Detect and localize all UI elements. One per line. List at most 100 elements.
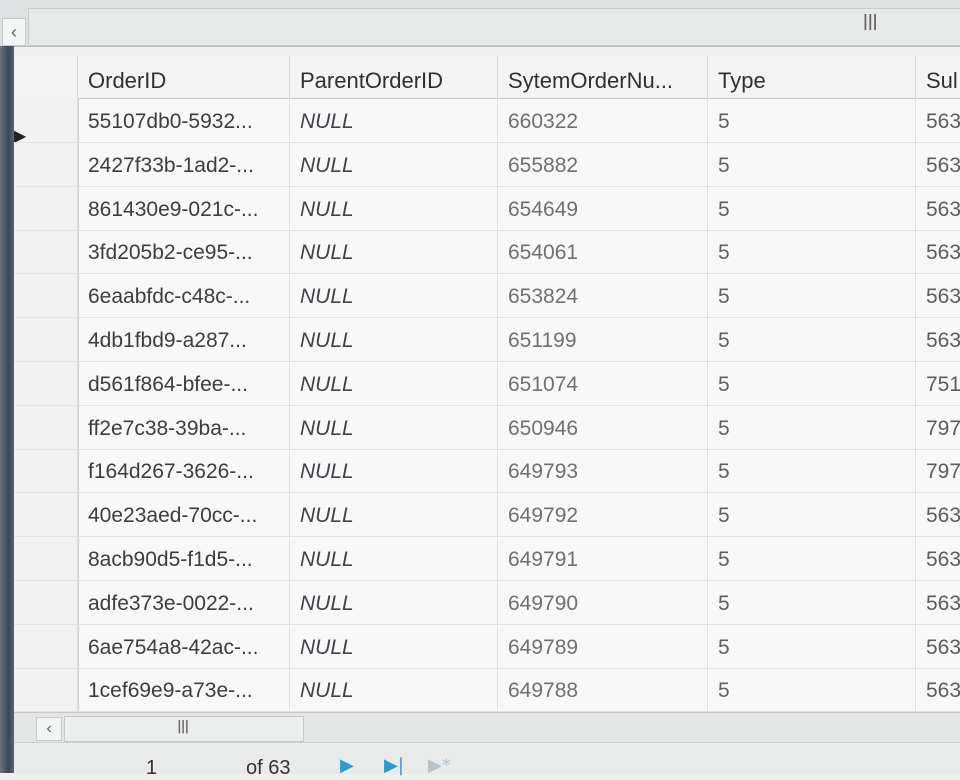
cell-systemordernumber[interactable]: 653824 (498, 273, 708, 318)
table-row[interactable]: 40e23aed-70cc-... NULL 649792 5 563 (14, 492, 960, 538)
cell-type[interactable]: 5 (708, 404, 916, 449)
cell-type[interactable]: 5 (708, 579, 916, 624)
column-header-type[interactable]: Type (708, 56, 916, 98)
row-selector[interactable] (14, 273, 78, 318)
row-selector[interactable] (14, 667, 78, 712)
scroll-left-icon[interactable]: ‹ (2, 18, 26, 46)
cell-sub[interactable]: 797 (916, 448, 960, 492)
cell-orderid[interactable]: f164d267-3626-... (78, 448, 290, 493)
cell-type[interactable]: 5 (708, 492, 916, 537)
table-row[interactable]: 861430e9-021c-... NULL 654649 5 563 (14, 185, 960, 231)
cell-sub[interactable]: 563 (916, 229, 960, 273)
cell-systemordernumber[interactable]: 651199 (498, 317, 708, 361)
table-row[interactable]: 3fd205b2-ce95-... NULL 654061 5 563 (14, 229, 960, 275)
cell-orderid[interactable]: 1cef69e9-a73e-... (78, 667, 290, 712)
cell-orderid[interactable]: 8acb90d5-f1d5-... (78, 536, 290, 580)
row-selector[interactable] (14, 360, 78, 405)
table-row[interactable]: 6ae754a8-42ac-... NULL 649789 5 563 (14, 623, 960, 669)
table-row[interactable]: 8acb90d5-f1d5-... NULL 649791 5 563 (14, 536, 960, 581)
cell-orderid[interactable]: 6eaabfdc-c48c-... (78, 273, 290, 318)
table-row[interactable]: ff2e7c38-39ba-... NULL 650946 5 797 (14, 404, 960, 450)
cell-sub[interactable]: 563 (916, 317, 960, 361)
row-selector[interactable] (14, 141, 78, 186)
cell-sub[interactable]: 797 (916, 405, 960, 449)
cell-systemordernumber[interactable]: 655882 (498, 141, 708, 186)
scroll-thumb[interactable]: ||| (28, 8, 960, 46)
column-header-systemordernumber[interactable]: SytemOrderNu... (498, 56, 708, 98)
cell-systemordernumber[interactable]: 649791 (498, 536, 708, 580)
cell-orderid[interactable]: 40e23aed-70cc-... (78, 492, 290, 537)
cell-parentorderid[interactable]: NULL (290, 536, 498, 580)
table-row[interactable]: d561f864-bfee-... NULL 651074 5 751 (14, 360, 960, 406)
cell-sub[interactable]: 563 (916, 142, 960, 186)
cell-type[interactable]: 5 (708, 141, 916, 186)
cell-systemordernumber[interactable]: 649790 (498, 579, 708, 624)
cell-sub[interactable]: 563 (916, 580, 960, 624)
row-selector[interactable] (14, 579, 78, 624)
chevron-left-icon[interactable]: ‹ (36, 717, 62, 741)
cell-parentorderid[interactable]: NULL (290, 98, 498, 142)
cell-systemordernumber[interactable]: 649793 (498, 448, 708, 493)
cell-parentorderid[interactable]: NULL (290, 579, 498, 624)
row-selector[interactable] (14, 623, 78, 668)
cell-sub[interactable]: 563 (916, 186, 960, 230)
table-row[interactable]: 1cef69e9-a73e-... NULL 649788 5 563 (14, 667, 960, 713)
cell-type[interactable]: 5 (708, 448, 916, 493)
cell-orderid[interactable]: ff2e7c38-39ba-... (78, 404, 290, 449)
table-row[interactable]: 6eaabfdc-c48c-... NULL 653824 5 563 (14, 273, 960, 319)
column-header-parentorderid[interactable]: ParentOrderID (290, 56, 498, 98)
cell-systemordernumber[interactable]: 650946 (498, 404, 708, 449)
row-selector[interactable] (14, 448, 78, 493)
cell-systemordernumber[interactable]: 649792 (498, 492, 708, 537)
cell-systemordernumber[interactable]: 660322 (498, 98, 708, 142)
cell-type[interactable]: 5 (708, 536, 916, 580)
top-horizontal-scrollbar[interactable]: ‹ ||| (0, 0, 960, 47)
cell-systemordernumber[interactable]: 649788 (498, 667, 708, 712)
cell-sub[interactable]: 563 (916, 667, 960, 711)
cell-systemordernumber[interactable]: 654061 (498, 229, 708, 274)
cell-systemordernumber[interactable]: 651074 (498, 360, 708, 405)
cell-orderid[interactable]: 861430e9-021c-... (78, 185, 290, 230)
cell-parentorderid[interactable]: NULL (290, 317, 498, 361)
cell-parentorderid[interactable]: NULL (290, 360, 498, 405)
cell-sub[interactable]: 751 (916, 361, 960, 405)
bottom-horizontal-scrollbar[interactable]: ‹ ||| (14, 712, 960, 743)
cell-parentorderid[interactable]: NULL (290, 185, 498, 230)
cell-type[interactable]: 5 (708, 273, 916, 318)
cell-parentorderid[interactable]: NULL (290, 404, 498, 449)
table-row[interactable]: adfe373e-0022-... NULL 649790 5 563 (14, 579, 960, 625)
cell-sub[interactable]: 563 (916, 98, 960, 142)
cell-sub[interactable]: 563 (916, 492, 960, 536)
cell-type[interactable]: 5 (708, 360, 916, 405)
row-selector[interactable] (14, 317, 78, 361)
cell-orderid[interactable]: adfe373e-0022-... (78, 579, 290, 624)
row-selector[interactable] (14, 492, 78, 537)
cell-type[interactable]: 5 (708, 623, 916, 668)
cell-orderid[interactable]: 2427f33b-1ad2-... (78, 141, 290, 186)
cell-orderid[interactable]: d561f864-bfee-... (78, 360, 290, 405)
table-row[interactable]: f164d267-3626-... NULL 649793 5 797 (14, 448, 960, 494)
cell-parentorderid[interactable]: NULL (290, 141, 498, 186)
cell-parentorderid[interactable]: NULL (290, 229, 498, 274)
cell-parentorderid[interactable]: NULL (290, 448, 498, 493)
row-selector[interactable] (14, 404, 78, 449)
cell-parentorderid[interactable]: NULL (290, 273, 498, 318)
cell-type[interactable]: 5 (708, 98, 916, 142)
cell-systemordernumber[interactable]: 649789 (498, 623, 708, 668)
cell-sub[interactable]: 563 (916, 624, 960, 668)
row-selector[interactable] (14, 229, 78, 274)
column-header-sub[interactable]: Sul (916, 56, 960, 98)
current-page-field[interactable]: 1 (146, 757, 157, 780)
row-selector[interactable]: ▶ (14, 98, 78, 142)
cell-orderid[interactable]: 3fd205b2-ce95-... (78, 229, 290, 274)
cell-orderid[interactable]: 55107db0-5932... (78, 98, 290, 142)
cell-systemordernumber[interactable]: 654649 (498, 185, 708, 230)
table-row[interactable]: ▶ 55107db0-5932... NULL 660322 5 563 (14, 98, 960, 143)
cell-type[interactable]: 5 (708, 317, 916, 361)
cell-orderid[interactable]: 4db1fbd9-a287... (78, 317, 290, 361)
cell-type[interactable]: 5 (708, 667, 916, 712)
scroll-thumb[interactable]: ||| (64, 716, 304, 742)
cell-orderid[interactable]: 6ae754a8-42ac-... (78, 623, 290, 668)
cell-type[interactable]: 5 (708, 229, 916, 274)
cell-sub[interactable]: 563 (916, 273, 960, 317)
